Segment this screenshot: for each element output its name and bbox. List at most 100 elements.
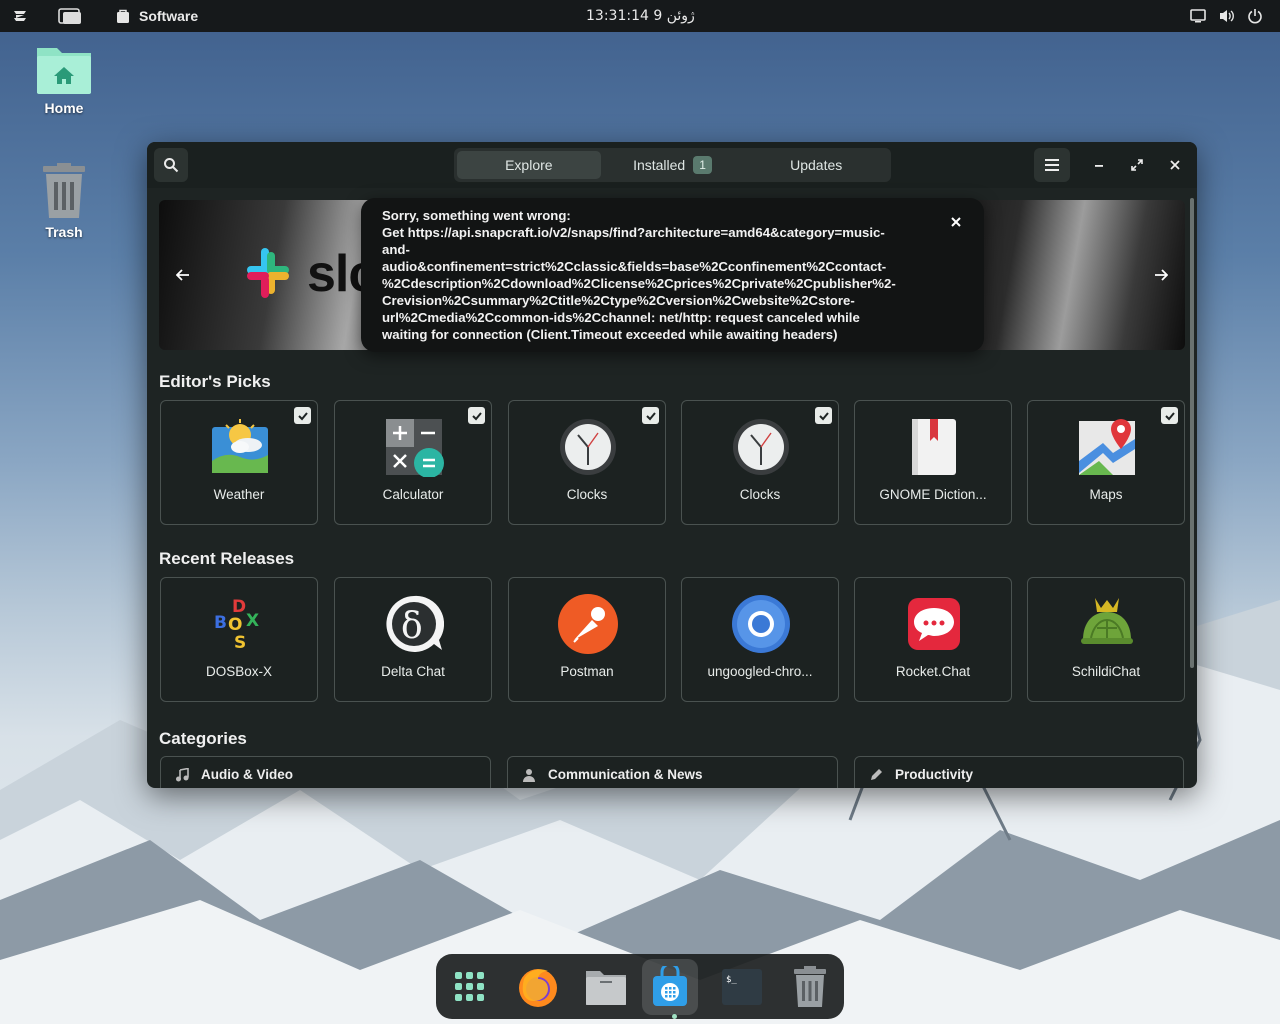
trash-label: Trash (45, 224, 83, 240)
desktop-trash[interactable]: Trash (19, 162, 109, 240)
screen-icon[interactable] (1190, 0, 1206, 32)
installed-check-icon (1161, 407, 1178, 424)
app-card-rocket-chat[interactable]: Rocket.Chat (854, 577, 1012, 702)
tab-updates-label: Updates (790, 157, 843, 173)
dock-files[interactable] (578, 959, 634, 1015)
installed-check-icon (468, 407, 485, 424)
dock-trash[interactable] (782, 959, 838, 1015)
clock[interactable]: 13:31:14 ژوئن 9 (586, 0, 695, 32)
dictionary-icon (912, 419, 956, 475)
close-button[interactable] (1163, 154, 1187, 176)
top-panel: Software 13:31:14 ژوئن 9 (0, 0, 1280, 32)
carousel-prev-button[interactable] (168, 260, 198, 290)
pencil-icon (871, 768, 882, 780)
desktop-home[interactable]: Home (19, 42, 109, 116)
person-icon (523, 768, 535, 782)
category-label: Communication & News (548, 767, 703, 782)
app-card-postman[interactable]: Postman (508, 577, 666, 702)
error-message: Sorry, something went wrong: Get https:/… (382, 208, 896, 342)
tab-explore-label: Explore (505, 157, 553, 173)
app-card-maps[interactable]: Maps (1027, 400, 1185, 525)
app-grid-icon (455, 972, 484, 1001)
app-card-label: Delta Chat (381, 664, 445, 679)
arrow-right-icon (1155, 269, 1168, 281)
postman-icon (558, 594, 618, 654)
app-card-label: GNOME Diction... (879, 487, 987, 502)
app-card-label: Maps (1089, 487, 1123, 502)
power-icon[interactable] (1247, 0, 1263, 32)
minimize-button[interactable] (1087, 154, 1111, 176)
recent-releases-title: Recent Releases (159, 549, 295, 568)
category-communication-news[interactable]: Communication & News (507, 756, 838, 788)
home-folder-icon (37, 48, 91, 94)
app-card-label: Postman (560, 664, 614, 679)
tab-explore[interactable]: Explore (457, 151, 601, 179)
maps-icon (1079, 419, 1135, 475)
installed-count-badge: 1 (693, 156, 712, 174)
running-indicator-dot (672, 1014, 677, 1019)
home-label: Home (44, 100, 84, 116)
zorin-menu-icon[interactable] (10, 0, 30, 32)
calculator-icon (386, 419, 444, 477)
app-card-label: SchildiChat (1071, 664, 1141, 679)
software-bag-icon (117, 9, 129, 23)
delta-chat-icon: δ (386, 595, 444, 652)
clock-icon (733, 419, 789, 475)
app-card-dosbox[interactable]: D B O X S DOSBox-X (160, 577, 318, 702)
svg-text:O: O (228, 615, 242, 635)
app-card-label: Clocks (739, 487, 781, 502)
category-audio-video[interactable]: Audio & Video (160, 756, 491, 788)
category-label: Audio & Video (201, 767, 294, 782)
app-card-ungoogled-chromium[interactable]: ungoogled-chro... (681, 577, 839, 702)
music-note-icon (176, 767, 189, 781)
search-button[interactable] (154, 148, 188, 182)
view-switcher: Explore Installed 1 Updates (454, 148, 891, 182)
minimize-icon (1095, 165, 1103, 167)
dock-terminal[interactable]: $_ (714, 959, 770, 1015)
scrollbar[interactable] (1190, 198, 1194, 668)
terminal-icon: $_ (722, 969, 762, 1005)
app-card-calculator[interactable]: Calculator (334, 400, 492, 525)
svg-text:$_: $_ (726, 975, 737, 985)
app-card-delta-chat[interactable]: δ Delta Chat (334, 577, 492, 702)
chromium-icon (732, 595, 790, 653)
software-store-icon (653, 966, 687, 1006)
app-card-clocks[interactable]: Clocks (681, 400, 839, 525)
main-menu-button[interactable] (1034, 148, 1070, 182)
svg-text:δ: δ (401, 606, 423, 647)
arrow-left-icon (176, 269, 189, 281)
svg-text:S: S (234, 633, 246, 653)
active-app-indicator[interactable]: Software (115, 0, 198, 32)
firefox-icon (519, 969, 557, 1007)
error-close-button[interactable] (948, 214, 964, 230)
maximize-button[interactable] (1125, 154, 1149, 176)
app-card-clocks[interactable]: Clocks (508, 400, 666, 525)
category-productivity[interactable]: Productivity (854, 756, 1184, 788)
schildichat-icon (1081, 598, 1133, 644)
volume-icon[interactable] (1218, 0, 1236, 32)
app-card-schildichat[interactable]: SchildiChat (1027, 577, 1185, 702)
close-icon (951, 217, 961, 227)
maximize-icon (1131, 159, 1143, 171)
svg-text:X: X (246, 611, 259, 631)
workspaces-icon[interactable] (58, 0, 82, 32)
app-card-label: DOSBox-X (205, 664, 273, 679)
weather-icon (212, 419, 268, 473)
app-card-dictionary[interactable]: GNOME Diction... (854, 400, 1012, 525)
carousel-next-button[interactable] (1146, 260, 1176, 290)
app-card-label: Rocket.Chat (895, 664, 971, 679)
svg-text:D: D (232, 597, 246, 617)
hamburger-icon (1045, 159, 1059, 171)
app-grid-button[interactable] (442, 959, 498, 1015)
dock-firefox[interactable] (510, 959, 566, 1015)
trash-icon (794, 966, 826, 1007)
svg-text:B: B (214, 613, 227, 633)
categories-title: Categories (159, 729, 247, 748)
tab-installed[interactable]: Installed 1 (601, 151, 745, 179)
tab-installed-label: Installed (633, 157, 686, 173)
editors-picks-title: Editor's Picks (159, 372, 271, 391)
dock-software[interactable] (642, 959, 698, 1015)
dock: $_ (436, 954, 844, 1019)
tab-updates[interactable]: Updates (744, 151, 888, 179)
app-card-weather[interactable]: Weather (160, 400, 318, 525)
